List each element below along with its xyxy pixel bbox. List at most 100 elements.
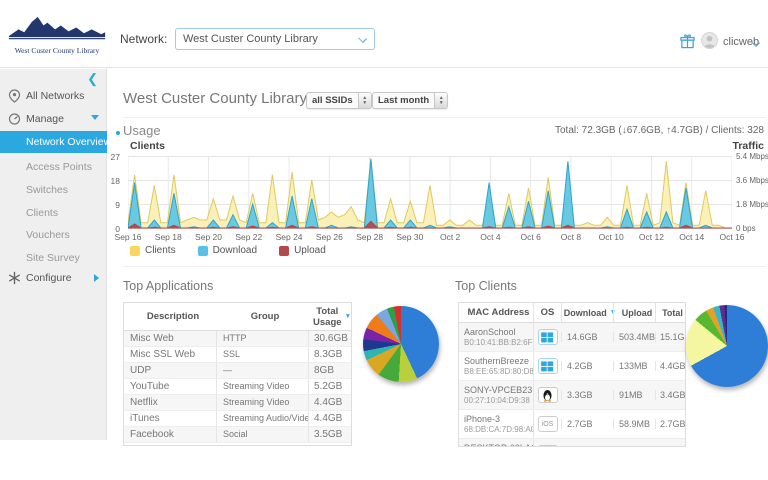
logo[interactable]: West Custer County Library: [6, 14, 108, 64]
client-name: DESKTOP-03LAOHP: [464, 443, 533, 448]
x-tick-label: Sep 18: [155, 232, 182, 242]
header-total-usage[interactable]: Total Usage▼: [308, 303, 351, 330]
clients-axis-title: Clients: [130, 140, 165, 152]
sidebar-item-site-survey[interactable]: Site Survey: [0, 247, 107, 269]
usage-section-title: Usage: [123, 123, 161, 138]
mountain-logo-icon: [8, 14, 106, 40]
table-row[interactable]: Misc Web HTTP 30.6GB: [124, 331, 351, 347]
x-tick-label: Sep 30: [396, 232, 423, 242]
sidebar-item-switches[interactable]: Switches: [0, 179, 107, 201]
y-tick-label: 5.4 Mbps: [736, 152, 768, 161]
network-select-value: West Custer County Library: [183, 33, 318, 45]
client-total: 15.1GB: [655, 332, 685, 342]
right-axis-ticks: 5.4 Mbps3.6 Mbps1.8 Mbps0 bps: [736, 156, 768, 229]
sidebar-item-access-points[interactable]: Access Points: [0, 156, 107, 178]
user-avatar[interactable]: [701, 32, 718, 49]
x-axis-ticks: Sep 16Sep 18Sep 20Sep 22Sep 24Sep 26Sep …: [128, 232, 732, 242]
app-description: Facebook: [124, 427, 216, 442]
pin-icon: [8, 89, 21, 103]
header-os[interactable]: OS: [533, 303, 561, 322]
client-total: 3.4GB: [655, 390, 685, 400]
app-description: UDP: [124, 363, 216, 378]
table-row[interactable]: iTunes Streaming Audio/Video 4.4GB: [124, 411, 351, 427]
top-applications-table: Description Group Total Usage▼ Misc Web …: [123, 302, 352, 446]
traffic-axis-title: Traffic: [732, 140, 764, 152]
sidebar-item-all-networks[interactable]: All Networks: [0, 85, 107, 107]
client-mac: B8:EE:65:8D:80:D8: [464, 367, 533, 377]
client-name: SONY-VPCEB23FM: [464, 385, 533, 396]
client-download: 4.2GB: [561, 361, 613, 371]
upload-swatch-icon: [279, 246, 289, 256]
usage-area-chart: [128, 156, 732, 229]
ssid-select[interactable]: all SSIDs ▲▼: [306, 92, 372, 109]
table-row[interactable]: UDP — 8GB: [124, 363, 351, 379]
client-upload: 503.4MB: [613, 332, 655, 342]
table-header-row: MAC Address OS Download▼ Upload Total: [459, 303, 685, 323]
client-name: iPhone-3: [464, 414, 533, 425]
x-tick-label: Oct 10: [599, 232, 624, 242]
network-select[interactable]: West Custer County Library: [175, 28, 375, 50]
chevron-right-icon: [94, 274, 99, 282]
table-row[interactable]: Misc SSL Web SSL 8.3GB: [124, 347, 351, 363]
legend-label: Clients: [145, 245, 176, 256]
ios-os-icon: iOS: [538, 416, 558, 432]
table-row[interactable]: Netflix Streaming Video 4.4GB: [124, 395, 351, 411]
header-total[interactable]: Total: [655, 303, 685, 322]
table-row[interactable]: YouTube Streaming Video 5.2GB: [124, 379, 351, 395]
chevron-down-icon: [91, 115, 99, 120]
table-row[interactable]: Facebook Social 3.5GB: [124, 427, 351, 443]
header-mac-address[interactable]: MAC Address: [459, 303, 533, 322]
app-window: West Custer County Library Network: West…: [0, 0, 768, 480]
app-group: Streaming Audio/Video: [216, 411, 308, 426]
y-tick-label: 27: [92, 152, 120, 162]
sidebar-item-vouchers[interactable]: Vouchers: [0, 224, 107, 246]
divider: [123, 117, 766, 118]
client-upload: 133MB: [613, 361, 655, 371]
client-upload: 58.9MB: [613, 419, 655, 429]
time-range-select-value: Last month: [373, 95, 434, 106]
sidebar-item-configure[interactable]: Configure: [0, 267, 107, 289]
usage-total-text: Total: 72.3GB (↓67.6GB, ↑4.7GB) / Client…: [555, 125, 764, 136]
sidebar-item-label: Clients: [26, 202, 58, 224]
client-upload: 91MB: [613, 390, 655, 400]
table-row[interactable]: SouthernBreeze B8:EE:65:8D:80:D8 4.2GB 1…: [459, 352, 685, 381]
time-range-select[interactable]: Last month ▲▼: [372, 92, 448, 109]
sidebar-item-network-overview[interactable]: Network Overview: [0, 131, 107, 153]
client-name: AaronSchool: [464, 327, 533, 338]
sidebar-item-label: Site Survey: [26, 247, 80, 269]
x-tick-label: Oct 16: [719, 232, 744, 242]
table-row[interactable]: SONY-VPCEB23FM 00:27:10:04:D9:38 3.3GB 9…: [459, 381, 685, 410]
section-bullet: [116, 131, 120, 135]
legend-item-upload: Upload: [279, 245, 326, 256]
gauge-icon: [8, 112, 21, 126]
sidebar-item-clients[interactable]: Clients: [0, 202, 107, 224]
chevron-down-icon: [358, 34, 367, 43]
header-group[interactable]: Group: [216, 303, 308, 330]
x-tick-label: Sep 16: [115, 232, 142, 242]
app-group: —: [216, 363, 308, 378]
header-description[interactable]: Description: [124, 303, 216, 330]
table-row[interactable]: DESKTOP-03LAOHP 44:02:2C:25:05:50 2.6GB …: [459, 439, 685, 447]
client-mac: 68:DB:CA:7D:98:A0: [464, 425, 533, 435]
table-row[interactable]: iPhone-3 68:DB:CA:7D:98:A0 iOS 2.7GB 58.…: [459, 410, 685, 439]
sidebar-item-label: Switches: [26, 179, 68, 201]
header-download[interactable]: Download▼: [561, 303, 613, 322]
table-row[interactable]: AaronSchool B0:10:41:BB:B2:6F 14.6GB 503…: [459, 323, 685, 352]
sidebar-item-manage[interactable]: Manage: [0, 108, 107, 130]
table-header-row: Description Group Total Usage▼: [124, 303, 351, 331]
gift-icon[interactable]: [680, 34, 695, 49]
logo-title: West Custer County Library: [6, 46, 108, 55]
client-download: 3.3GB: [561, 390, 613, 400]
app-group: SSL: [216, 347, 308, 362]
y-tick-label: 1.8 Mbps: [736, 200, 768, 209]
x-tick-label: Sep 20: [195, 232, 222, 242]
linux-os-icon: [538, 387, 558, 403]
header-upload[interactable]: Upload: [613, 303, 655, 322]
sidebar: ❮ All Networks Manage Network Overview A…: [0, 69, 107, 440]
app-total: 4.4GB: [308, 411, 351, 426]
x-tick-label: Sep 28: [356, 232, 383, 242]
ssid-select-value: all SSIDs: [307, 95, 358, 106]
client-total: 2.7GB: [655, 419, 685, 429]
app-description: iTunes: [124, 411, 216, 426]
x-tick-label: Sep 26: [316, 232, 343, 242]
